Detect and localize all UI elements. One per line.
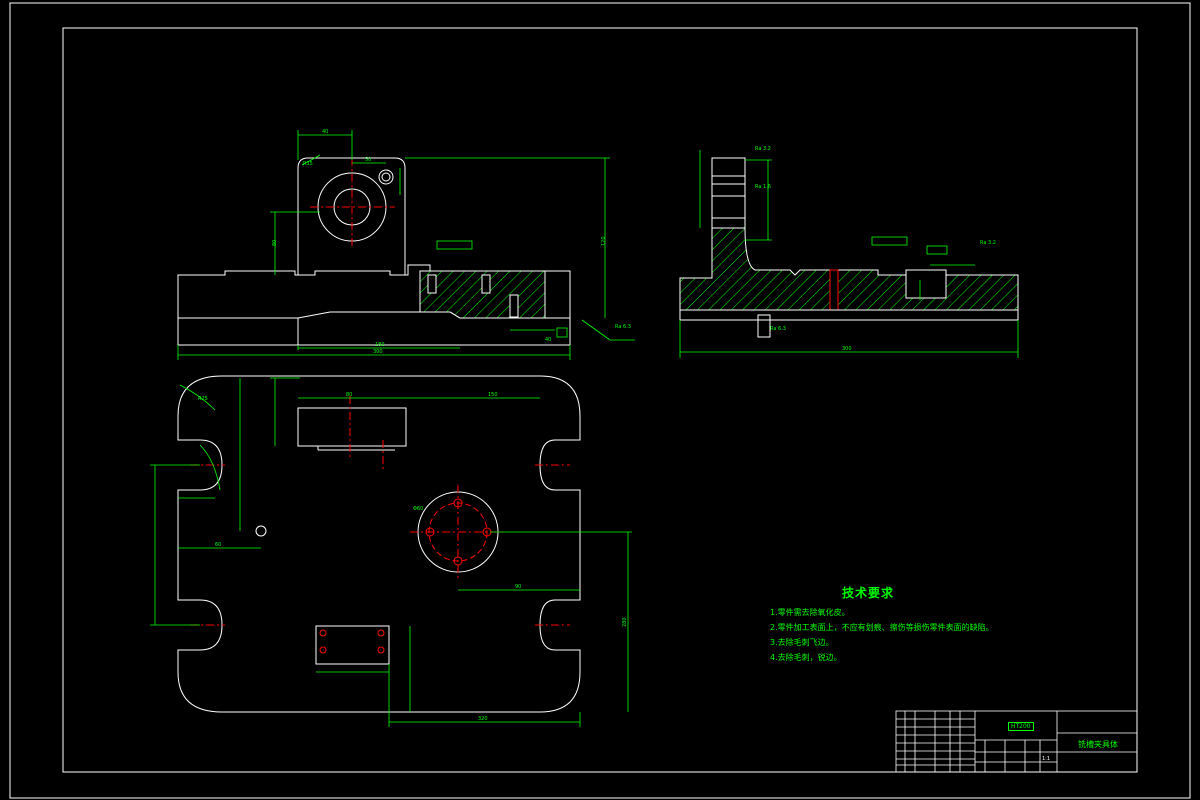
dim-front-w2: 300 xyxy=(373,349,383,355)
dim-front-inner: 50 xyxy=(365,157,371,163)
note-3: 3.去除毛刺飞边。 xyxy=(770,638,834,647)
plan-centerlines xyxy=(190,396,570,626)
drawing-name: 铣槽夹具体 xyxy=(1078,740,1118,749)
dim-front-r: R15 xyxy=(303,161,313,167)
dim-front-top: 40 xyxy=(322,129,328,135)
notes-title: 技术要求 xyxy=(842,586,895,600)
material: HT200 xyxy=(1008,722,1034,731)
cad-drawing: 40 R15 50 120 80 180 300 40 Ra 6.3 300 R… xyxy=(9,2,1191,799)
front-dimensions xyxy=(177,130,635,360)
roughness-side-3: Ra 3.2 xyxy=(980,240,996,246)
inner-frame xyxy=(62,27,1138,773)
dim-plan-r: R25 xyxy=(198,396,208,402)
side-dim-text: 300 Ra 3.2 Ra 1.6 Ra 3.2 Ra 6.3 xyxy=(755,146,996,352)
plan-dimensions xyxy=(150,377,632,727)
side-view xyxy=(679,157,1019,338)
plan-view xyxy=(177,375,581,713)
dim-plan-h: 280 xyxy=(622,617,628,627)
dim-plan-x: 60 xyxy=(215,542,221,548)
roughness-front: Ra 6.3 xyxy=(615,324,631,330)
outer-frame xyxy=(9,2,1191,799)
dim-plan-pcd: Φ60 xyxy=(413,506,423,512)
dim-plan-w: 320 xyxy=(478,716,488,722)
roughness-side-4: Ra 6.3 xyxy=(770,326,786,332)
roughness-side-1: Ra 3.2 xyxy=(755,146,771,152)
note-1: 1.零件需去除氧化皮。 xyxy=(770,608,850,617)
dim-front-h: 120 xyxy=(601,236,607,246)
note-2: 2.零件加工表面上，不应有划痕、擦伤等损伤零件表面的缺陷。 xyxy=(770,623,994,632)
dim-side-total: 300 xyxy=(842,346,852,352)
note-4: 4.去除毛刺，锐边。 xyxy=(770,653,842,662)
plan-dim-text: R25 80 150 280 320 60 90 Φ60 xyxy=(198,392,628,722)
front-section-hatch xyxy=(419,270,546,319)
dim-plan-x2: 90 xyxy=(515,584,521,590)
plan-holes xyxy=(319,498,492,654)
roughness-side-2: Ra 1.6 xyxy=(755,184,771,190)
dim-front-right: 40 xyxy=(545,337,551,343)
dim-plan-top-w2: 150 xyxy=(488,392,498,398)
dim-front-left-h: 80 xyxy=(272,240,278,246)
dim-front-w1: 180 xyxy=(375,342,385,348)
dim-plan-top-w: 80 xyxy=(346,392,352,398)
front-dim-text: 40 R15 50 120 80 180 300 40 Ra 6.3 xyxy=(272,129,631,355)
scale: 1:1 xyxy=(1042,756,1051,762)
